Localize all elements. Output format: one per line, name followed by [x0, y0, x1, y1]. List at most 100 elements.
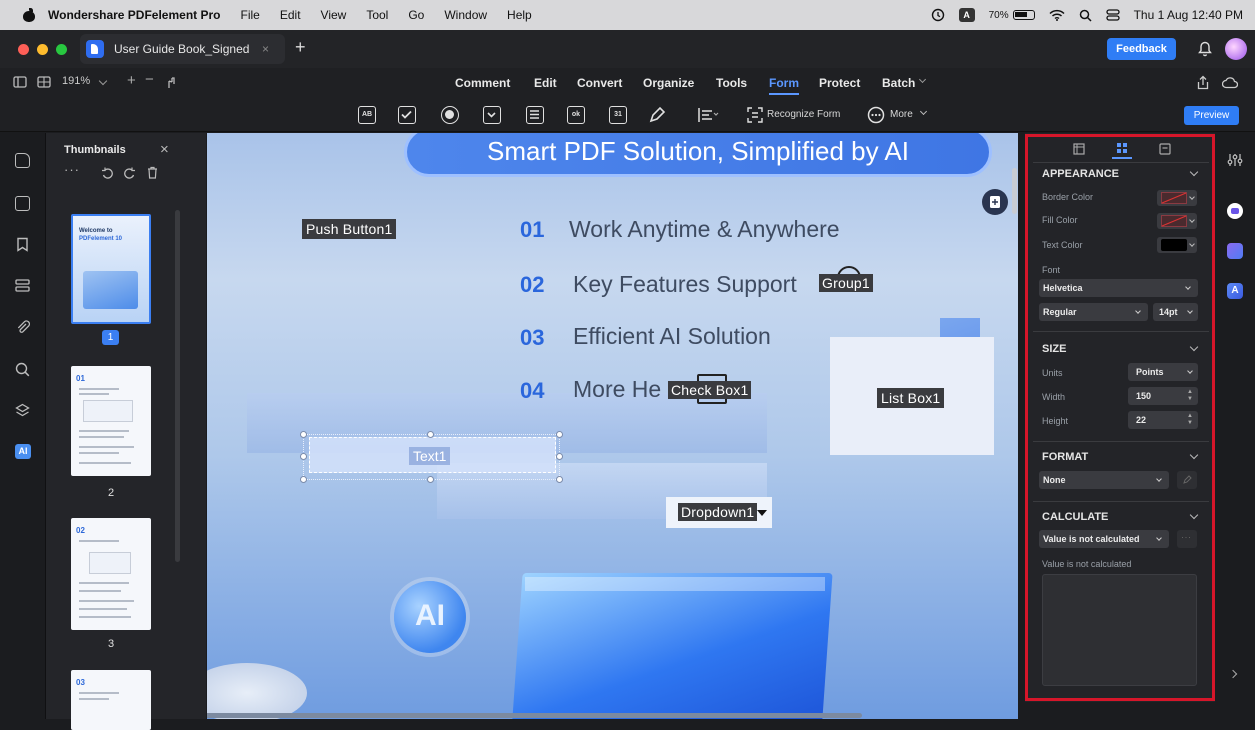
document-canvas[interactable]: AI Smart PDF Solution, Simplified by AI …	[207, 133, 1018, 719]
bookmarks-panel-icon[interactable]	[16, 237, 29, 252]
resize-handle-bc[interactable]	[427, 476, 434, 483]
wifi-icon[interactable]	[1049, 9, 1065, 21]
menu-help[interactable]: Help	[507, 8, 532, 22]
list-box-field[interactable]: List Box1	[830, 337, 994, 455]
thumbnail-options-icon[interactable]: ···	[64, 162, 80, 177]
close-thumbnails-icon[interactable]: ×	[160, 141, 169, 158]
thumbnail-page-4[interactable]: 03	[71, 670, 151, 730]
feedback-button[interactable]: Feedback	[1107, 38, 1176, 60]
menu-edit[interactable]: Edit	[280, 8, 301, 22]
zoom-level[interactable]: 191%	[62, 75, 90, 87]
ai-chat-icon[interactable]	[1227, 203, 1243, 219]
rotate-right-icon[interactable]	[124, 167, 136, 179]
checkbox-field[interactable]: Check Box1	[668, 381, 752, 399]
menu-view[interactable]: View	[321, 8, 347, 22]
close-window-button[interactable]	[18, 43, 29, 55]
signature-pen-tool-icon[interactable]	[648, 106, 666, 124]
recognize-form-icon[interactable]	[747, 107, 763, 123]
resize-handle-tl[interactable]	[300, 431, 307, 438]
resize-handle-br[interactable]	[556, 476, 563, 483]
attachments-panel-icon[interactable]	[16, 320, 30, 335]
dropdown-field[interactable]: Dropdown1	[666, 497, 772, 528]
thumbnail-page-3[interactable]: 02	[71, 518, 151, 630]
batch-chevron-icon[interactable]	[918, 75, 927, 84]
zoom-out-icon[interactable]: −	[145, 71, 154, 88]
notification-bell-icon[interactable]	[1198, 41, 1212, 57]
minimize-window-button[interactable]	[37, 43, 48, 55]
checkbox-tool-icon[interactable]	[398, 106, 416, 124]
tab-comment[interactable]: Comment	[455, 76, 510, 90]
canvas-scrollbar[interactable]	[1012, 168, 1017, 214]
list-box-tool-icon[interactable]	[526, 106, 544, 124]
sidebar-toggle-icon[interactable]	[13, 76, 27, 88]
tab-organize[interactable]: Organize	[643, 76, 694, 90]
dropdown-caret-icon	[757, 510, 767, 516]
combo-box-tool-icon[interactable]	[483, 106, 501, 124]
page-layout-icon[interactable]	[37, 76, 51, 88]
resize-handle-ml[interactable]	[300, 453, 307, 460]
tab-form[interactable]: Form	[769, 76, 799, 95]
menu-tool[interactable]: Tool	[366, 8, 388, 22]
radio-group-field[interactable]: Group1	[819, 274, 873, 292]
ai-panel-icon[interactable]: AI	[15, 444, 31, 459]
tab-edit[interactable]: Edit	[534, 76, 557, 90]
tab-protect[interactable]: Protect	[819, 76, 860, 90]
date-field-tool-icon[interactable]: 31	[609, 106, 627, 124]
spotlight-search-icon[interactable]	[1079, 9, 1092, 22]
menu-file[interactable]: File	[241, 8, 260, 22]
tab-tools[interactable]: Tools	[716, 76, 747, 90]
zoom-in-icon[interactable]: +	[127, 72, 136, 89]
ai-translate-icon[interactable]: A	[1227, 283, 1243, 299]
fields-panel-icon[interactable]	[15, 279, 30, 292]
text-field-tool-icon[interactable]: AB	[358, 106, 376, 124]
select-hand-icon[interactable]	[165, 75, 179, 89]
thumbnail-page-1[interactable]: Welcome to PDFelement 10	[71, 214, 151, 324]
more-button[interactable]: More	[890, 109, 913, 120]
zoom-dropdown-chevron-icon[interactable]	[98, 76, 108, 86]
pages-panel-icon[interactable]	[15, 153, 30, 168]
push-button-field[interactable]: Push Button1	[302, 219, 397, 239]
preview-button[interactable]: Preview	[1184, 106, 1239, 125]
cloud-icon[interactable]	[1222, 76, 1238, 89]
ai-edit-icon[interactable]	[1227, 243, 1243, 259]
menu-app-name[interactable]: Wondershare PDFelement Pro	[48, 8, 221, 22]
delete-page-icon[interactable]	[147, 166, 158, 179]
more-options-icon[interactable]	[867, 106, 885, 124]
tab-batch[interactable]: Batch	[882, 76, 915, 90]
time-machine-icon[interactable]	[931, 8, 945, 22]
search-panel-icon[interactable]	[15, 362, 30, 377]
resize-handle-mr[interactable]	[556, 453, 563, 460]
tab-convert[interactable]: Convert	[577, 76, 622, 90]
more-chevron-icon[interactable]	[919, 107, 928, 116]
control-center-icon[interactable]	[1105, 9, 1120, 21]
radio-button-tool-icon[interactable]	[441, 106, 459, 124]
user-avatar[interactable]	[1225, 38, 1247, 60]
menu-clock[interactable]: Thu 1 Aug 12:40 PM	[1134, 8, 1243, 22]
battery-status[interactable]: 70%	[989, 10, 1035, 21]
floating-ai-button[interactable]	[982, 189, 1008, 215]
menu-go[interactable]: Go	[408, 8, 424, 22]
expand-panel-chevron-icon[interactable]	[1228, 669, 1238, 679]
thumbnail-page-2[interactable]: 01	[71, 366, 151, 476]
apple-icon[interactable]	[22, 8, 36, 22]
rotate-left-icon[interactable]	[101, 167, 113, 179]
close-tab-icon[interactable]: ×	[262, 42, 269, 56]
menu-window[interactable]: Window	[444, 8, 487, 22]
resize-handle-tc[interactable]	[427, 431, 434, 438]
thumbnails-scrollbar[interactable]	[175, 210, 180, 562]
document-tab[interactable]: User Guide Book_Signed ×	[80, 34, 285, 64]
layers-panel-icon[interactable]	[15, 403, 30, 418]
recognize-form-button[interactable]: Recognize Form	[767, 109, 840, 120]
comments-panel-icon[interactable]	[15, 196, 30, 211]
resize-handle-tr[interactable]	[556, 431, 563, 438]
input-source-badge[interactable]: A	[958, 8, 975, 22]
share-icon[interactable]	[1196, 75, 1210, 90]
resize-handle-bl[interactable]	[300, 476, 307, 483]
button-tool-icon[interactable]: ok	[567, 106, 585, 124]
align-tool-icon[interactable]	[697, 107, 719, 123]
new-tab-icon[interactable]: +	[295, 37, 306, 58]
canvas-horizontal-scrollbar[interactable]	[207, 713, 862, 718]
text-field[interactable]: Text1	[309, 437, 556, 473]
zoom-window-button[interactable]	[56, 43, 67, 55]
properties-sliders-icon[interactable]	[1227, 152, 1243, 168]
